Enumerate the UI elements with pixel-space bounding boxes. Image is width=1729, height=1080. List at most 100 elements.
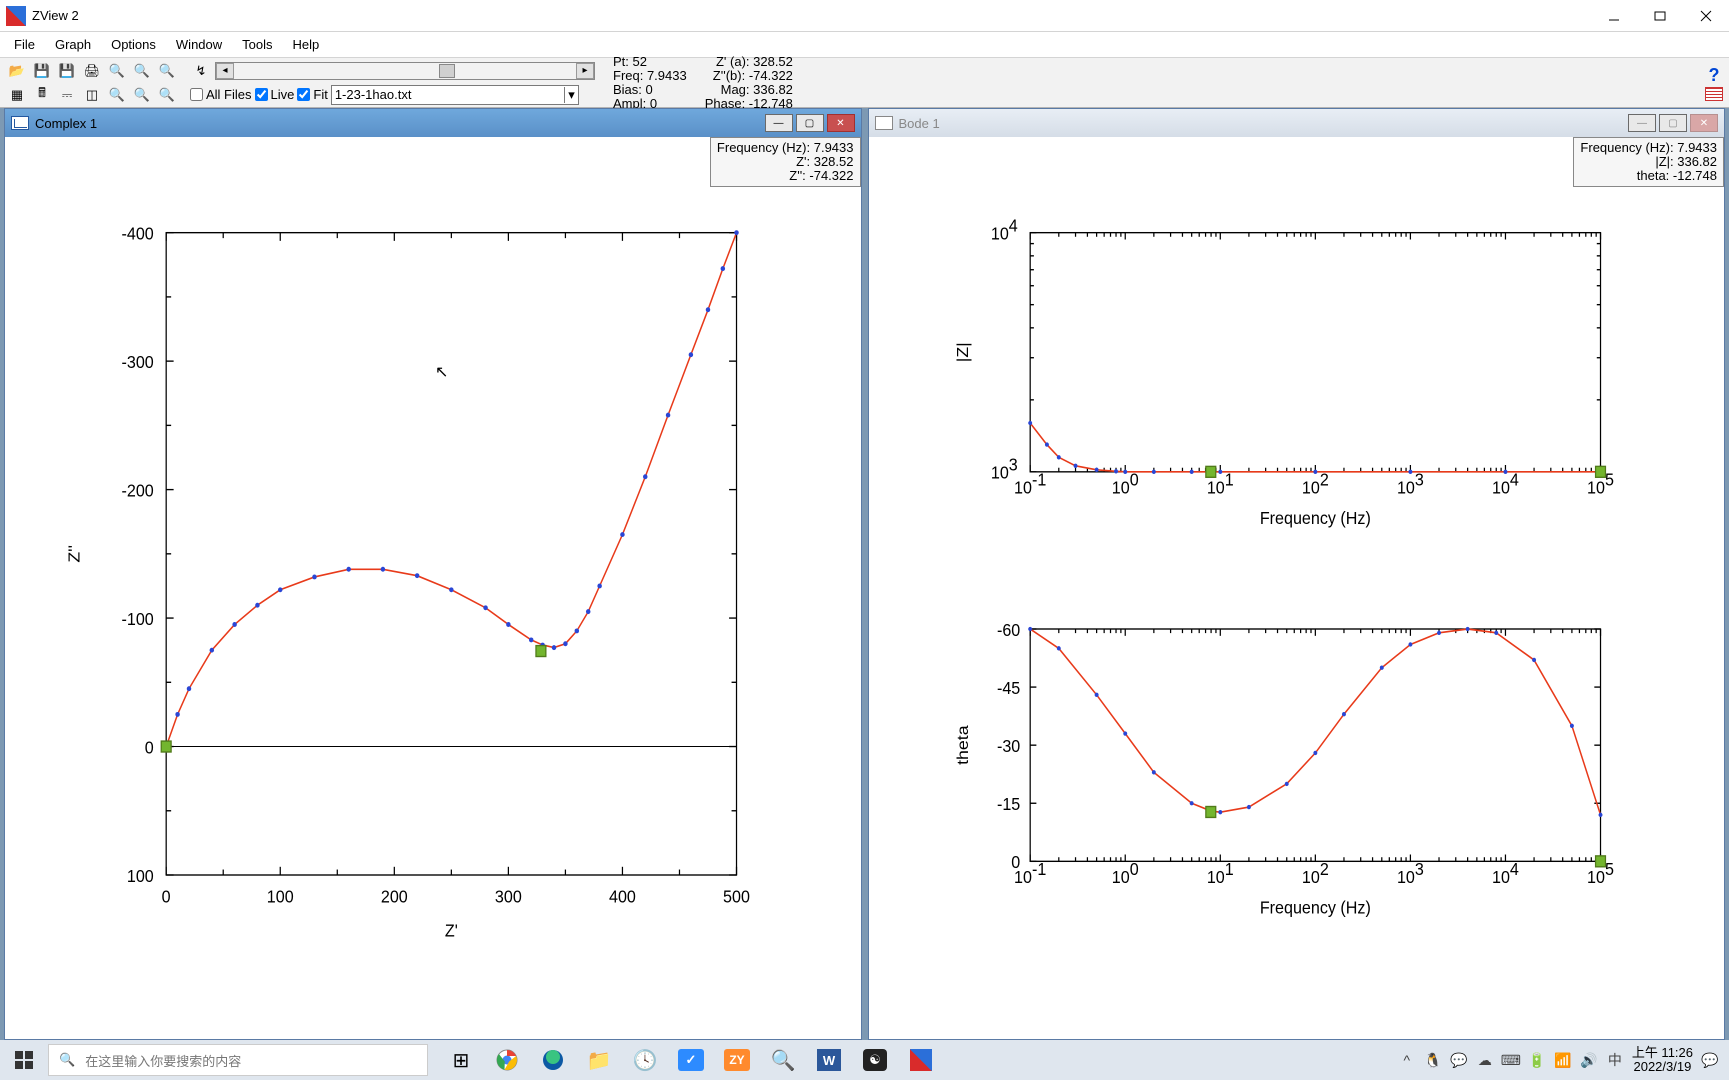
status-za: Z' (a): 328.52 — [705, 55, 793, 69]
clock-time: 上午 11:26 — [1632, 1046, 1693, 1060]
menu-window[interactable]: Window — [166, 33, 232, 56]
zoom-out-icon[interactable]: 🔍 — [131, 60, 153, 82]
save-all-icon[interactable]: 💾 — [56, 60, 78, 82]
print-icon[interactable]: 🖨 — [81, 60, 103, 82]
live-checkbox[interactable]: Live — [255, 87, 295, 102]
help-icon[interactable]: ? — [1709, 65, 1720, 86]
close-button[interactable] — [1683, 0, 1729, 32]
tray-wifi-icon[interactable]: 📶 — [1554, 1051, 1572, 1069]
chart-icon[interactable]: ◫ — [81, 84, 103, 106]
svg-text:|Z|: |Z| — [953, 342, 971, 362]
edge-icon[interactable] — [530, 1040, 576, 1080]
status-bias: Bias: 0 — [613, 83, 687, 97]
svg-text:104: 104 — [1492, 859, 1519, 887]
word-icon[interactable]: W — [806, 1040, 852, 1080]
app-icon — [6, 6, 26, 26]
svg-text:theta: theta — [953, 725, 971, 765]
tray-notifications-icon[interactable]: 💬 — [1701, 1051, 1719, 1069]
tray-cloud-icon[interactable]: ☁ — [1476, 1051, 1494, 1069]
data-scroll[interactable]: ◂ ▸ — [215, 62, 595, 80]
svg-text:100: 100 — [1111, 859, 1138, 887]
panel-close-button[interactable]: ✕ — [827, 114, 855, 132]
tray-keyboard-icon[interactable]: ⌨ — [1502, 1051, 1520, 1069]
svg-text:102: 102 — [1301, 859, 1328, 887]
bode-plot[interactable]: 10310410-1100101102103104105|Z|Frequency… — [869, 137, 1725, 1039]
panel-title: Complex 1 — [35, 116, 97, 131]
svg-text:100: 100 — [127, 866, 154, 886]
zoom3-icon[interactable]: 🔍 — [131, 84, 153, 106]
svg-text:Z': Z' — [445, 921, 458, 941]
complex-plot[interactable]: 0100200300400500-400-300-200-1000100Z'Z'… — [5, 137, 861, 1039]
search-input[interactable]: 🔍 在这里输入你要搜索的内容 — [48, 1044, 428, 1076]
chevron-down-icon[interactable]: ▾ — [564, 87, 575, 103]
file-select[interactable]: 1-23-1hao.txt ▾ — [331, 85, 579, 105]
panel-title: Bode 1 — [899, 116, 940, 131]
zoom4-icon[interactable]: 🔍 — [156, 84, 178, 106]
open-icon[interactable]: 📂 — [6, 60, 28, 82]
tray-user-icon[interactable]: 🐧 — [1424, 1051, 1442, 1069]
calc-icon[interactable]: 🖩 — [31, 84, 53, 106]
allfiles-checkbox[interactable]: All Files — [190, 87, 252, 102]
start-button[interactable] — [0, 1040, 48, 1080]
circuit-icon[interactable]: ⎓ — [56, 84, 78, 106]
complex-info-box: Frequency (Hz): 7.9433 Z': 328.52 Z'': -… — [710, 137, 861, 187]
menubar: File Graph Options Window Tools Help — [0, 32, 1729, 58]
taskbar: 🔍 在这里输入你要搜索的内容 ⊞ 📁 🕓 ✓ ZY 🔍 W ☯ ^ 🐧 💬 ☁ … — [0, 1040, 1729, 1080]
svg-text:0: 0 — [145, 738, 154, 758]
cursor-icon: ↖ — [435, 362, 448, 382]
info-theta: theta: -12.748 — [1580, 169, 1717, 183]
menu-tools[interactable]: Tools — [232, 33, 282, 56]
menu-file[interactable]: File — [4, 33, 45, 56]
info-freq: Frequency (Hz): 7.9433 — [717, 141, 854, 155]
scroll-thumb[interactable] — [439, 64, 455, 78]
link-icon[interactable]: ↯ — [190, 60, 212, 82]
svg-text:Frequency (Hz): Frequency (Hz) — [1259, 508, 1370, 528]
status-zb: Z''(b): -74.322 — [705, 69, 793, 83]
svg-text:200: 200 — [381, 887, 408, 907]
tray-ime-icon[interactable]: 中 — [1606, 1051, 1624, 1069]
tray-chat-icon[interactable]: 💬 — [1450, 1051, 1468, 1069]
tray-clock[interactable]: 上午 11:26 2022/3/19 — [1632, 1046, 1693, 1074]
search-placeholder: 在这里输入你要搜索的内容 — [85, 1051, 241, 1070]
grid-icon[interactable]: ▦ — [6, 84, 28, 106]
svg-text:-30: -30 — [996, 736, 1019, 756]
tray-chevron-up-icon[interactable]: ^ — [1398, 1051, 1416, 1069]
bode-icon — [875, 116, 893, 130]
panel-minimize-button[interactable]: — — [765, 114, 793, 132]
clock-icon[interactable]: 🕓 — [622, 1040, 668, 1080]
menu-options[interactable]: Options — [101, 33, 166, 56]
fit-checkbox[interactable]: Fit — [297, 87, 327, 102]
search-icon: 🔍 — [59, 1052, 75, 1068]
maximize-button[interactable] — [1637, 0, 1683, 32]
chrome-icon[interactable] — [484, 1040, 530, 1080]
search2-icon[interactable]: 🔍 — [760, 1040, 806, 1080]
scroll-left-icon[interactable]: ◂ — [216, 63, 234, 79]
menu-help[interactable]: Help — [283, 33, 330, 56]
app2-icon[interactable]: ZY — [714, 1040, 760, 1080]
table-icon[interactable] — [1705, 87, 1723, 101]
panel-bode: Bode 1 — ▢ ✕ Frequency (Hz): 7.9433 |Z|:… — [868, 108, 1726, 1040]
taskview-icon[interactable]: ⊞ — [438, 1040, 484, 1080]
panel-close-button[interactable]: ✕ — [1690, 114, 1718, 132]
minimize-button[interactable] — [1591, 0, 1637, 32]
tray-battery-icon[interactable]: 🔋 — [1528, 1051, 1546, 1069]
app1-icon[interactable]: ✓ — [668, 1040, 714, 1080]
menu-graph[interactable]: Graph — [45, 33, 101, 56]
info-z: |Z|: 336.82 — [1580, 155, 1717, 169]
svg-text:-100: -100 — [122, 609, 154, 629]
save-icon[interactable]: 💾 — [31, 60, 53, 82]
app3-icon[interactable]: ☯ — [852, 1040, 898, 1080]
status-freq: Freq: 7.9433 — [613, 69, 687, 83]
zview-taskbar-icon[interactable] — [898, 1040, 944, 1080]
svg-text:400: 400 — [609, 887, 636, 907]
zoom-in-icon[interactable]: 🔍 — [106, 60, 128, 82]
zoom2-icon[interactable]: 🔍 — [106, 84, 128, 106]
svg-text:0: 0 — [162, 887, 171, 907]
panel-maximize-button[interactable]: ▢ — [796, 114, 824, 132]
panel-maximize-button[interactable]: ▢ — [1659, 114, 1687, 132]
panel-minimize-button[interactable]: — — [1628, 114, 1656, 132]
scroll-right-icon[interactable]: ▸ — [576, 63, 594, 79]
zoom-reset-icon[interactable]: 🔍 — [156, 60, 178, 82]
tray-volume-icon[interactable]: 🔊 — [1580, 1051, 1598, 1069]
explorer-icon[interactable]: 📁 — [576, 1040, 622, 1080]
